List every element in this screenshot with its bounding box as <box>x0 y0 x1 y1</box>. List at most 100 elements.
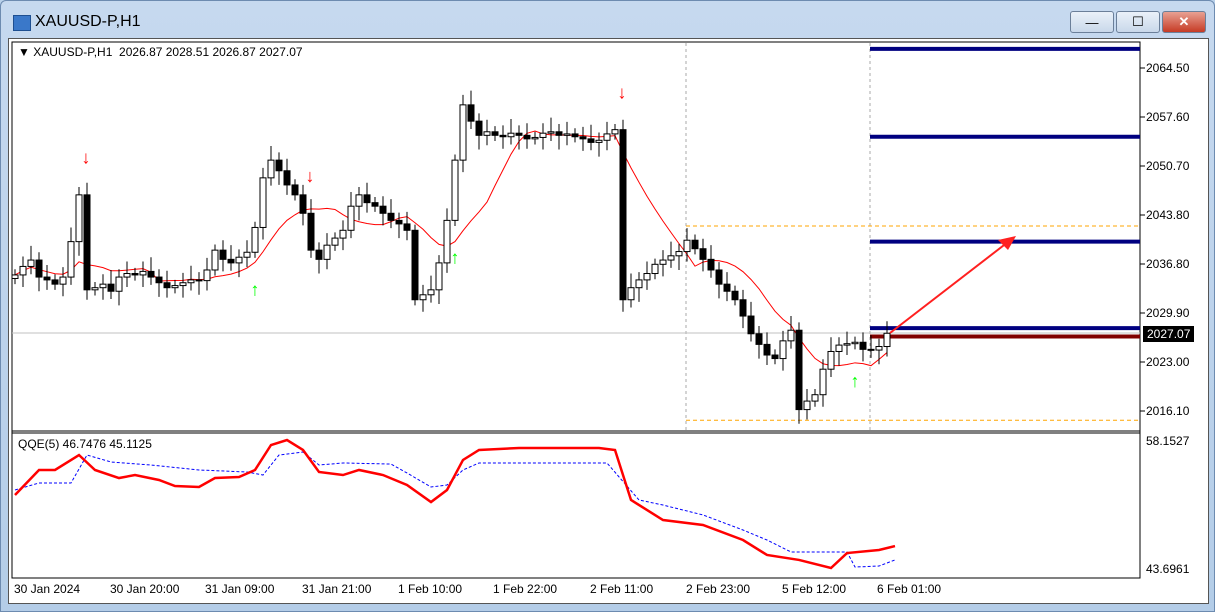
candle-body <box>59 276 67 285</box>
candle-body <box>155 276 163 284</box>
candle-body <box>411 229 419 301</box>
candle-body <box>27 259 35 267</box>
price-tick-label: 2036.80 <box>1146 257 1190 271</box>
candle-body <box>619 129 627 301</box>
candle-body <box>491 131 499 136</box>
candle-body <box>107 283 115 292</box>
qqe-slow-line <box>14 451 896 568</box>
candle-body <box>499 134 507 138</box>
time-tick-label: 2 Feb 11:00 <box>590 582 654 596</box>
time-tick-label: 30 Jan 2024 <box>14 582 81 596</box>
qqe-min-label: 43.6961 <box>1146 562 1190 576</box>
candle-body <box>323 244 331 260</box>
candle-body <box>835 344 843 352</box>
candle-body <box>819 368 827 396</box>
candle-body <box>339 229 347 239</box>
candle-body <box>139 270 147 276</box>
sell-arrow-icon: ↓ <box>306 166 315 186</box>
candle-body <box>307 212 315 251</box>
qqe-label: QQE(5) 46.7476 45.1125 <box>18 437 152 451</box>
candle-body <box>739 299 747 317</box>
candle-body <box>851 341 859 345</box>
candle-body <box>259 177 267 228</box>
candle-body <box>403 223 411 231</box>
candle-body <box>419 294 427 301</box>
candle-body <box>387 212 395 221</box>
candle-body <box>587 138 595 143</box>
candle-body <box>227 258 235 264</box>
candle-body <box>667 255 675 261</box>
plot-border <box>11 41 1141 579</box>
time-tick-label: 30 Jan 20:00 <box>110 582 180 596</box>
time-tick-label: 1 Feb 22:00 <box>493 582 558 596</box>
candle-body <box>91 287 99 291</box>
candle-body <box>843 343 851 346</box>
candle-body <box>779 340 787 360</box>
candle-body <box>355 194 363 207</box>
candle-body <box>219 249 227 260</box>
candle-body <box>659 259 667 265</box>
candle-body <box>267 159 275 179</box>
candle-body <box>331 237 339 246</box>
candle-body <box>811 394 819 402</box>
candle-body <box>723 283 731 292</box>
chart-header: ▼ XAUUSD-P,H1 2026.87 2028.51 2026.87 20… <box>18 45 303 59</box>
qqe-max-label: 58.1527 <box>1146 434 1190 448</box>
projection-arrow-line <box>889 241 1009 334</box>
candle-body <box>427 289 435 296</box>
candle-body <box>635 279 643 289</box>
candle-body <box>435 262 443 291</box>
candle-body <box>299 194 307 214</box>
candle-body <box>283 170 291 186</box>
candle-body <box>579 136 587 140</box>
candle-body <box>523 134 531 140</box>
candle-body <box>51 279 59 285</box>
candle-body <box>883 332 891 348</box>
time-tick-label: 1 Feb 10:00 <box>398 582 463 596</box>
candle-body <box>603 133 611 141</box>
candle-body <box>147 270 155 278</box>
candle-body <box>611 129 619 135</box>
time-tick-label: 31 Jan 21:00 <box>302 582 372 596</box>
price-tick-label: 2023.00 <box>1146 355 1190 369</box>
candle-body <box>515 132 523 136</box>
price-tick-label: 2050.70 <box>1146 159 1190 173</box>
candle-body <box>803 400 811 411</box>
candle-body <box>99 283 107 289</box>
time-tick-label: 31 Jan 09:00 <box>205 582 275 596</box>
candle-body <box>443 219 451 264</box>
candle-body <box>699 248 707 260</box>
candle-body <box>787 329 795 342</box>
price-tick-label: 2043.80 <box>1146 208 1190 222</box>
candle-body <box>795 329 803 411</box>
price-tick-label: 2057.60 <box>1146 110 1190 124</box>
price-tick-label: 2016.10 <box>1146 404 1190 418</box>
candle-body <box>315 249 323 260</box>
symbol-label: XAUUSD-P,H1 <box>33 45 113 59</box>
ohlc-values: 2026.87 2028.51 2026.87 2027.07 <box>119 45 303 59</box>
candle-body <box>291 184 299 196</box>
candle-body <box>275 159 283 172</box>
candle-body <box>235 256 243 264</box>
candle-body <box>683 239 691 253</box>
candle-body <box>467 104 475 122</box>
candle-body <box>875 346 883 351</box>
candle-body <box>707 258 715 271</box>
candle-body <box>347 205 355 231</box>
current-price-label: 2027.07 <box>1143 326 1195 342</box>
price-tick-label: 2064.50 <box>1146 61 1190 75</box>
candle-body <box>675 251 683 257</box>
candle-body <box>179 282 187 287</box>
candle-body <box>747 315 755 335</box>
candle-body <box>627 287 635 301</box>
collapse-triangle-icon[interactable]: ▼ <box>18 45 30 59</box>
candle-body <box>395 219 403 225</box>
candle-body <box>651 263 659 275</box>
candle-body <box>691 239 699 250</box>
price-chart[interactable]: ↓ ↓ ↓ ↑ ↑ ↑ <box>0 0 1215 612</box>
candle-body <box>563 133 571 136</box>
candle-body <box>379 205 387 214</box>
candle-body <box>243 251 251 258</box>
candle-body <box>531 136 539 140</box>
candle-body <box>35 259 43 278</box>
